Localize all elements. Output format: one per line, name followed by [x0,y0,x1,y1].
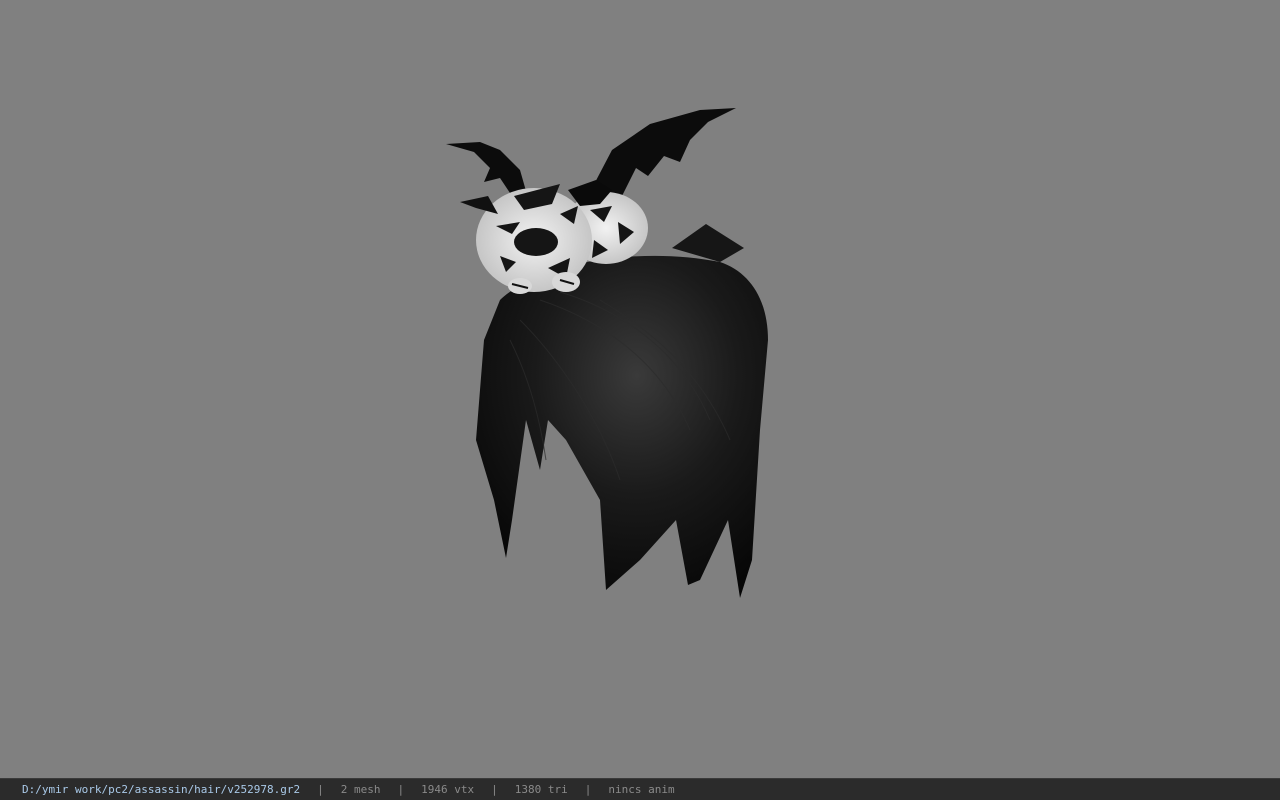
status-separator: | [397,783,405,796]
bat-wing-right [590,108,736,200]
3d-viewport[interactable] [0,0,1280,778]
hair-back-spike [672,224,744,262]
status-separator: | [584,783,592,796]
status-separator: | [491,783,498,796]
file-path: D:/ymir work/pc2/assassin/hair/v252978.g… [22,783,301,796]
animation-status: nincs anim [608,783,675,796]
vertex-count: 1946 vtx [421,783,475,796]
cat-ear [460,196,498,214]
hair-model-icon [446,108,768,598]
mesh-count: 2 mesh [340,783,381,796]
status-separator: | [317,783,324,796]
triangle-count: 1380 tri [514,783,568,796]
model-viewer-window: D:/ymir work/pc2/assassin/hair/v252978.g… [0,0,1280,800]
status-bar: D:/ymir work/pc2/assassin/hair/v252978.g… [0,778,1280,800]
